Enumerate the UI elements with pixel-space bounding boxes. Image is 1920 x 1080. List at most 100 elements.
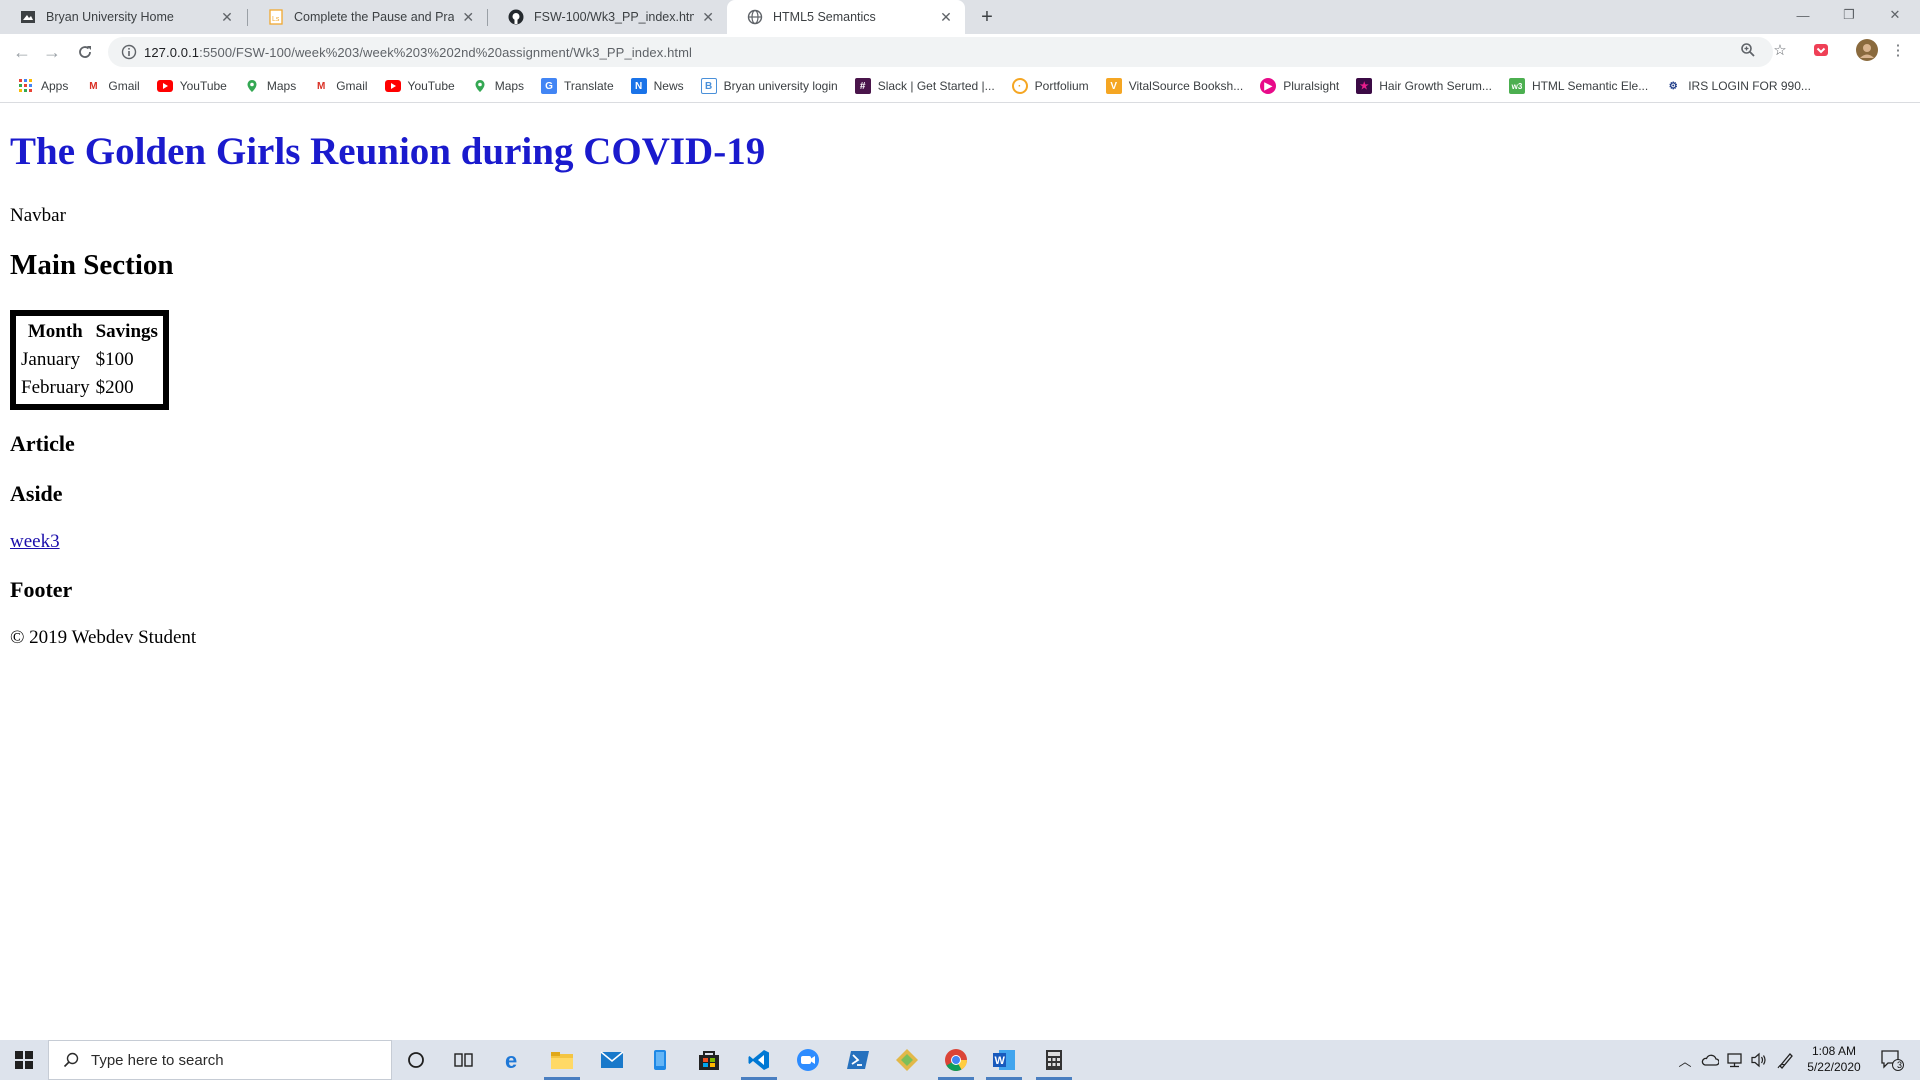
vscode-icon[interactable] bbox=[735, 1040, 783, 1080]
git-kraken-icon[interactable] bbox=[883, 1040, 931, 1080]
profile-avatar[interactable] bbox=[1855, 39, 1879, 61]
portfolium-icon: · bbox=[1011, 78, 1028, 94]
bookmark-portfolium[interactable]: · Portfolium bbox=[1006, 74, 1095, 98]
phone-app-icon[interactable] bbox=[636, 1040, 684, 1080]
page-content: The Golden Girls Reunion during COVID-19… bbox=[0, 103, 1920, 1040]
table-header-row: Month Savings bbox=[20, 320, 159, 344]
powershell-icon[interactable] bbox=[834, 1040, 882, 1080]
tab-title: FSW-100/Wk3_PP_index.html at bbox=[534, 10, 695, 24]
browser-chrome: Bryan University Home ✕ Ls Complete the … bbox=[0, 0, 1920, 103]
slack-icon: # bbox=[854, 78, 871, 94]
task-view-icon[interactable] bbox=[440, 1040, 488, 1080]
bookmark-pluralsight[interactable]: ▶ Pluralsight bbox=[1254, 74, 1345, 98]
bookmark-label: VitalSource Booksh... bbox=[1128, 79, 1244, 93]
w3schools-icon: w3 bbox=[1508, 78, 1525, 94]
taskbar-search-input[interactable]: Type here to search bbox=[48, 1040, 392, 1080]
bookmark-label: Maps bbox=[494, 79, 525, 93]
bookmark-label: Pluralsight bbox=[1283, 79, 1340, 93]
back-arrow-icon[interactable]: ← bbox=[8, 38, 36, 66]
tab-pause-practice[interactable]: Ls Complete the Pause and Practice ✕ bbox=[248, 0, 486, 34]
word-icon[interactable]: W bbox=[980, 1040, 1028, 1080]
mail-icon[interactable] bbox=[588, 1040, 636, 1080]
network-icon[interactable] bbox=[1724, 1040, 1746, 1080]
clock-time: 1:08 AM bbox=[1811, 1044, 1857, 1058]
calculator-icon[interactable] bbox=[1030, 1040, 1078, 1080]
url-text[interactable]: 127.0.0.1:5500/FSW-100/week%203/week%203… bbox=[144, 45, 692, 60]
info-icon[interactable] bbox=[114, 44, 144, 60]
bookmark-vitalsource[interactable]: V VitalSource Booksh... bbox=[1100, 74, 1250, 98]
bookmark-slack[interactable]: # Slack | Get Started |... bbox=[849, 74, 1001, 98]
bookmark-label: Slack | Get Started |... bbox=[877, 79, 995, 93]
minimize-icon[interactable]: ― bbox=[1780, 0, 1826, 30]
chrome-icon[interactable] bbox=[932, 1040, 980, 1080]
star-icon: ★ bbox=[1356, 78, 1373, 94]
address-bar[interactable]: 127.0.0.1:5500/FSW-100/week%203/week%203… bbox=[108, 37, 1773, 67]
youtube-icon bbox=[156, 78, 173, 94]
edge-icon[interactable]: e bbox=[490, 1040, 538, 1080]
pocket-extension-icon[interactable] bbox=[1811, 40, 1831, 60]
store-icon[interactable] bbox=[685, 1040, 733, 1080]
table-cell: February bbox=[21, 377, 90, 398]
close-window-icon[interactable]: ✕ bbox=[1872, 0, 1918, 30]
bookmark-label: YouTube bbox=[179, 79, 227, 93]
url-host: 127.0.0.1 bbox=[144, 44, 200, 60]
bookmark-youtube[interactable]: YouTube bbox=[379, 74, 461, 98]
menu-kebab-icon[interactable]: ⋮ bbox=[1888, 40, 1908, 60]
bookmark-gmail[interactable]: M Gmail bbox=[307, 74, 373, 98]
translate-icon: G bbox=[541, 78, 558, 94]
tab-html5-semantics[interactable]: HTML5 Semantics ✕ bbox=[727, 0, 965, 34]
bookmark-star-icon[interactable]: ☆ bbox=[1770, 40, 1790, 60]
copyright-text: © 2019 Webdev Student bbox=[10, 627, 197, 648]
onedrive-icon[interactable] bbox=[1698, 1040, 1722, 1080]
footer-heading: Footer bbox=[10, 577, 73, 602]
cortana-icon[interactable] bbox=[392, 1040, 440, 1080]
bookmark-maps[interactable]: Maps bbox=[238, 74, 302, 98]
close-tab-icon[interactable]: ✕ bbox=[700, 8, 716, 26]
week3-link[interactable]: week3 bbox=[10, 531, 60, 553]
bookmark-label: Hair Growth Serum... bbox=[1379, 79, 1492, 93]
savings-table: Month Savings January $100 February $200 bbox=[10, 310, 169, 410]
gmail-icon: M bbox=[89, 80, 98, 92]
bookmark-bryan-login[interactable]: B Bryan university login bbox=[695, 74, 844, 98]
action-center-icon[interactable]: 3 bbox=[1872, 1040, 1912, 1080]
table-cell: $200 bbox=[95, 377, 134, 398]
bookmark-label: News bbox=[653, 79, 684, 93]
close-tab-icon[interactable]: ✕ bbox=[937, 8, 955, 26]
bookmark-label: IRS LOGIN FOR 990... bbox=[1688, 79, 1811, 93]
restore-icon[interactable]: ❐ bbox=[1826, 0, 1872, 30]
bookmark-translate[interactable]: G Translate bbox=[535, 74, 620, 98]
windows-start-icon[interactable] bbox=[0, 1040, 48, 1080]
bookmark-html-semantic[interactable]: w3 HTML Semantic Ele... bbox=[1503, 74, 1654, 98]
bookmark-youtube[interactable]: YouTube bbox=[151, 74, 233, 98]
clock-date: 5/22/2020 bbox=[1807, 1060, 1861, 1074]
new-tab-button[interactable]: + bbox=[975, 5, 999, 29]
forward-arrow-icon[interactable]: → bbox=[38, 38, 66, 66]
zoom-icon[interactable] bbox=[1738, 40, 1758, 60]
bookmark-apps[interactable]: Apps bbox=[12, 74, 74, 98]
bookmark-maps[interactable]: Maps bbox=[466, 74, 530, 98]
tab-bryan-home[interactable]: Bryan University Home ✕ bbox=[0, 0, 246, 34]
chevron-up-icon[interactable]: ︿ bbox=[1676, 1040, 1694, 1080]
tab-title: Bryan University Home bbox=[46, 10, 174, 24]
file-explorer-icon[interactable] bbox=[538, 1040, 586, 1080]
maps-icon bbox=[472, 78, 488, 94]
bookmark-gmail[interactable]: M Gmail bbox=[79, 74, 145, 98]
tab-github[interactable]: FSW-100/Wk3_PP_index.html at ✕ bbox=[488, 0, 726, 34]
bookmark-irs[interactable]: ⚙ IRS LOGIN FOR 990... bbox=[1659, 74, 1817, 98]
svg-text:W: W bbox=[995, 1055, 1006, 1067]
bookmark-news[interactable]: N News bbox=[625, 74, 690, 98]
zoom-app-icon[interactable] bbox=[784, 1040, 832, 1080]
close-tab-icon[interactable]: ✕ bbox=[460, 8, 476, 26]
vitalsource-icon: V bbox=[1105, 78, 1122, 94]
close-tab-icon[interactable]: ✕ bbox=[218, 8, 236, 26]
volume-icon[interactable] bbox=[1748, 1040, 1770, 1080]
reload-icon[interactable] bbox=[71, 38, 99, 66]
navbar-text: Navbar bbox=[10, 205, 66, 226]
svg-text:e: e bbox=[505, 1049, 517, 1071]
bryan-logo-icon bbox=[20, 9, 36, 25]
pluralsight-icon: ▶ bbox=[1260, 78, 1277, 94]
system-clock[interactable]: 1:08 AM 5/22/2020 bbox=[1800, 1043, 1868, 1075]
table-row: January $100 bbox=[20, 348, 159, 372]
pen-workspace-icon[interactable] bbox=[1775, 1040, 1797, 1080]
bookmark-hair-growth[interactable]: ★ Hair Growth Serum... bbox=[1350, 74, 1498, 98]
